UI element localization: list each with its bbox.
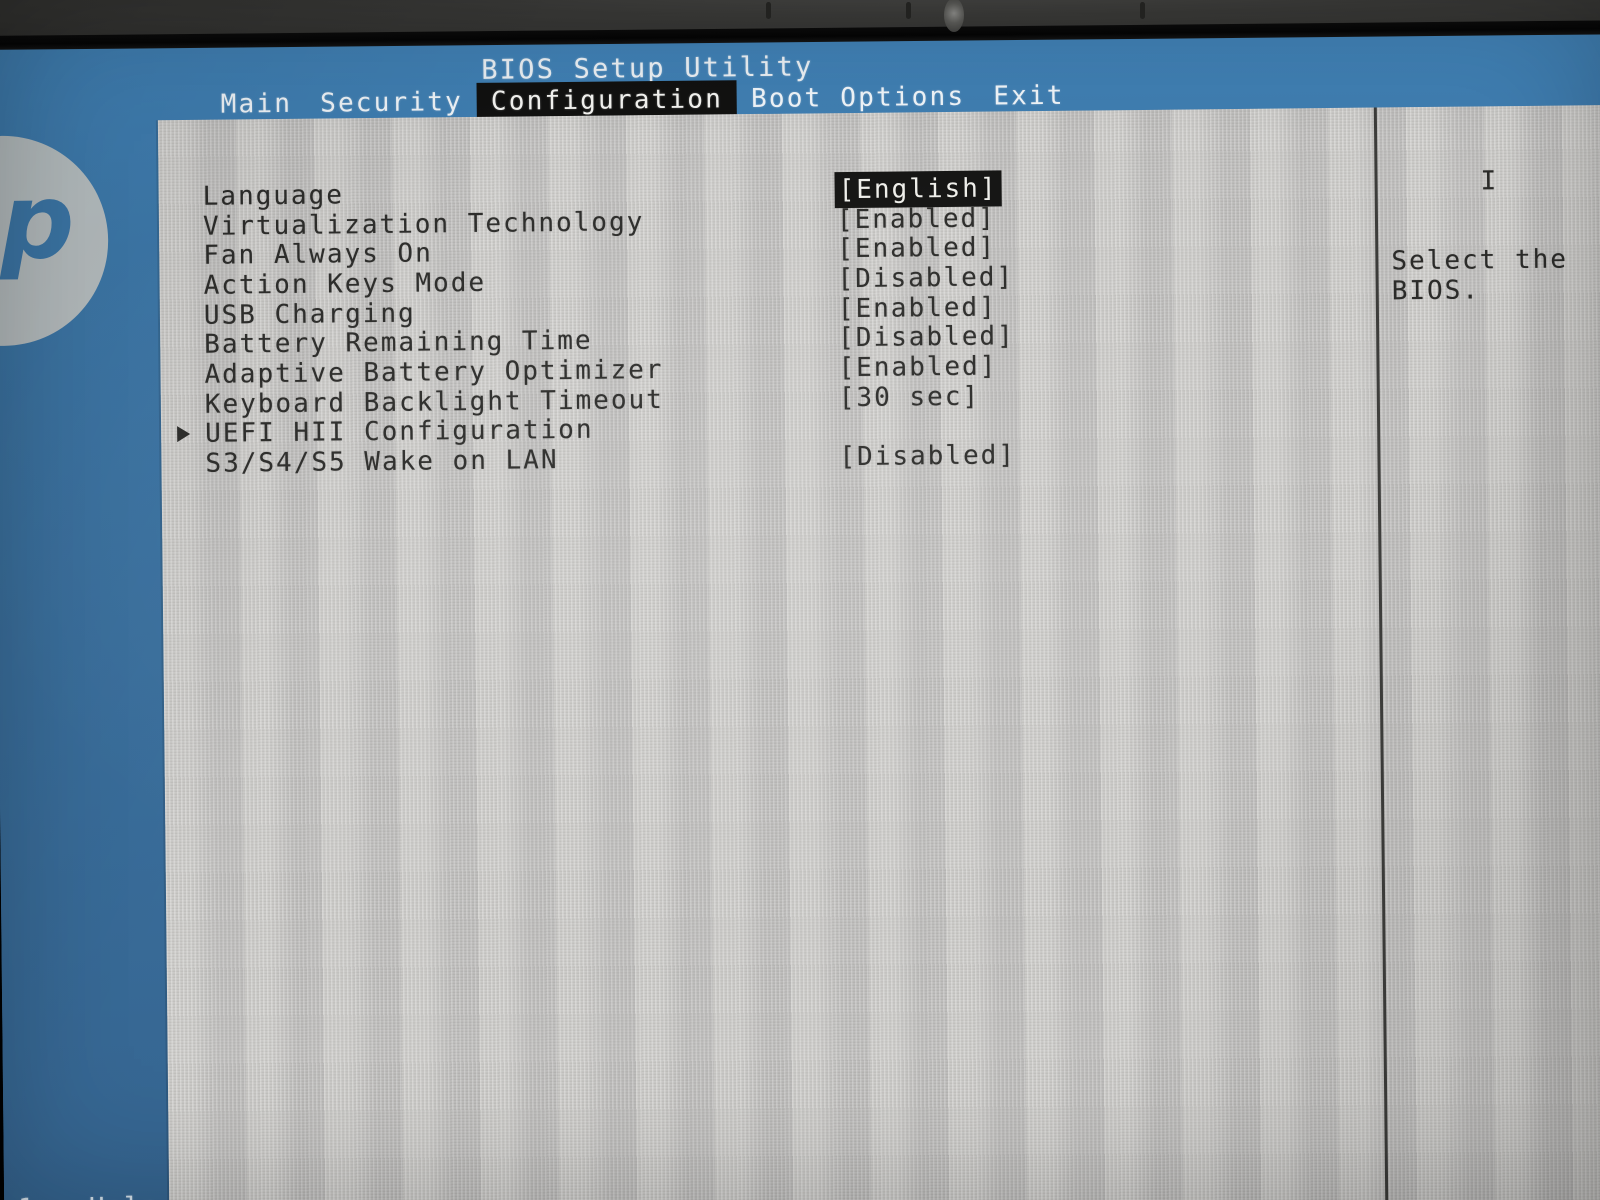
laptop-photo: hp BIOS Setup Utility Main Security Conf… <box>0 0 1600 1200</box>
settings-panel: Language [English] Virtualization Techno… <box>157 103 1600 1200</box>
help-panel-divider <box>1373 107 1389 1200</box>
help-panel-text: Select the BIOS. <box>1391 244 1569 307</box>
lcd-screen: hp BIOS Setup Utility Main Security Conf… <box>0 20 1600 1200</box>
setting-value[interactable]: [Disabled] <box>835 261 1016 295</box>
setting-value <box>837 426 841 428</box>
settings-list: Language [English] Virtualization Techno… <box>177 170 1019 479</box>
setting-value[interactable]: [Enabled] <box>836 350 999 384</box>
setting-value[interactable]: [Disabled] <box>837 439 1018 473</box>
microphone-icon <box>906 2 911 19</box>
setting-value[interactable]: [Disabled] <box>836 321 1017 355</box>
microphone-icon <box>766 2 771 19</box>
help-panel: I Select the BIOS. <box>1390 103 1600 1200</box>
setting-value[interactable]: [Enabled] <box>836 291 999 325</box>
setting-value[interactable]: [Enabled] <box>835 232 998 266</box>
setting-value[interactable]: [Enabled] <box>835 202 998 236</box>
microphone-icon <box>1140 2 1145 19</box>
footer-help-hint: 1 = Help <box>18 1192 160 1200</box>
submenu-arrow-icon <box>177 426 191 443</box>
help-panel-title: I <box>1480 166 1499 197</box>
hp-logo-text: hp <box>0 160 70 284</box>
setting-label: S3/S4/S5 Wake on LAN <box>205 445 559 479</box>
setting-value[interactable]: [30 sec] <box>837 380 983 414</box>
